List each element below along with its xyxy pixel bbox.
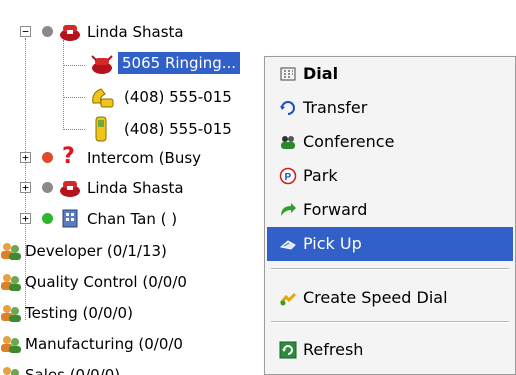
tree-item-label: Quality Control (0/0/0 [25,273,187,291]
question-mark-icon: ? [62,144,75,169]
menu-item-create-speed-dial[interactable]: Create Speed Dial [267,281,513,315]
menu-item-label: Pick Up [303,234,362,253]
menu-item-label: Transfer [303,98,368,117]
phone-ringing-icon [91,55,113,74]
status-dot-icon [42,152,53,163]
group-icon [1,274,21,291]
status-dot-icon [42,26,53,37]
tree-item-label: Chan Tan ( ) [87,210,178,228]
menu-separator [271,268,509,270]
tree-item-label: Intercom (Busy [87,149,202,167]
tree-item-label: Testing (0/0/0) [25,304,133,322]
menu-item-label: Forward [303,200,368,219]
menu-item-refresh[interactable]: Refresh [267,333,513,367]
menu-separator [271,321,509,323]
transfer-icon [280,101,295,115]
tree-item-label: Sales (0/0/0) [25,366,121,375]
expand-toggle[interactable]: + [20,182,31,193]
tree-item-call-leg[interactable]: (408) 555-015 [0,113,264,145]
menu-item-conference[interactable]: Conference [267,125,513,159]
collapse-toggle[interactable]: − [20,26,31,37]
tree-item-contact[interactable]: + Linda Shasta [0,172,264,204]
phone-red-icon [60,181,80,197]
group-icon [3,367,19,375]
menu-item-dial[interactable]: Dial [267,57,513,91]
tree-item-label: (408) 555-015 [124,120,232,138]
mobile-phone-icon [95,116,107,142]
menu-item-transfer[interactable]: Transfer [267,91,513,125]
tree-item-group[interactable]: Testing (0/0/0) [0,297,264,329]
status-dot-icon [42,213,53,224]
dial-icon [280,67,296,81]
handset-yellow-icon [92,88,114,108]
phone-red-icon [60,25,80,41]
tree-item-group[interactable]: Manufacturing (0/0/0 [0,328,264,360]
refresh-icon [279,341,297,359]
menu-item-label: Create Speed Dial [303,288,448,307]
forward-icon [281,203,296,216]
tree-item-group[interactable]: Sales (0/0/0) [0,359,264,375]
menu-item-label: Conference [303,132,395,151]
speed-dial-icon [279,292,297,306]
menu-item-pick-up[interactable]: Pick Up [267,227,513,261]
tree-item-label: Linda Shasta [87,179,184,197]
park-icon: P [279,167,297,185]
tree-item-label: Linda Shasta [87,23,184,41]
group-icon [1,336,21,353]
building-icon [62,209,78,228]
tree-item-contact[interactable]: − Linda Shasta [0,16,264,48]
tree-item-label: 5065 Ringing... [118,52,241,74]
tree-item-label: Manufacturing (0/0/0 [25,335,183,353]
tree-item-contact[interactable]: + Chan Tan ( ) [0,203,264,235]
context-menu: Dial Transfer Conference P Park Forward … [264,56,516,375]
tree-item-label: (408) 555-015 [124,88,232,106]
conference-icon [281,136,295,149]
tree-item-call-leg[interactable]: (408) 555-015 [0,81,264,113]
tree-item-call[interactable]: 5065 Ringing... [0,48,264,80]
tree-item-group[interactable]: Quality Control (0/0/0 [0,266,264,298]
status-dot-icon [42,182,53,193]
menu-item-forward[interactable]: Forward [267,193,513,227]
pickup-icon [279,240,296,250]
tree-item-contact[interactable]: + ? Intercom (Busy [0,142,264,174]
expand-toggle[interactable]: + [20,213,31,224]
tree-item-label: Developer (0/1/13) [25,242,167,260]
group-icon [1,243,21,260]
menu-item-label: Dial [303,64,339,83]
expand-toggle[interactable]: + [20,152,31,163]
menu-item-park[interactable]: P Park [267,159,513,193]
menu-item-label: Refresh [303,340,364,359]
group-icon [1,305,21,322]
menu-item-label: Park [303,166,338,185]
svg-text:P: P [285,172,292,183]
tree-item-group[interactable]: Developer (0/1/13) [0,235,264,267]
